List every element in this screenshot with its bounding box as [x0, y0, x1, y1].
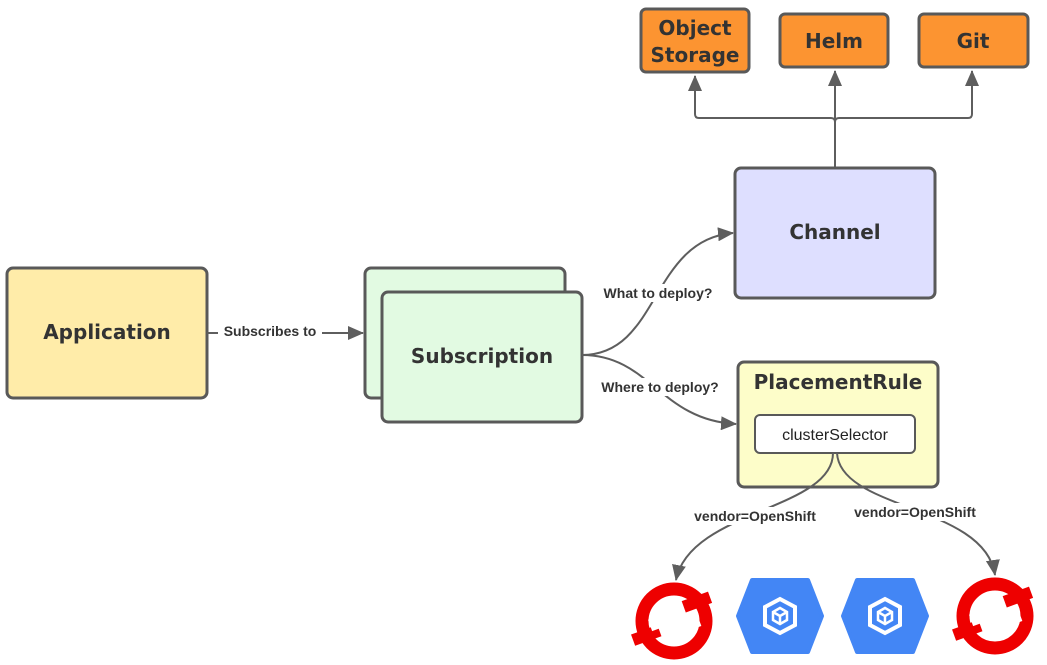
channel-label: Channel [789, 220, 880, 244]
vendor-left-label: vendor=OpenShift [694, 508, 816, 524]
cluster-selector-node[interactable]: clusterSelector [754, 414, 916, 454]
helm-node[interactable]: Helm [778, 12, 890, 69]
what-to-deploy-edge: What to deploy? [581, 227, 734, 356]
diagram: Object Storage Helm Git Channel Applicat… [5, 7, 1034, 660]
application-node[interactable]: Application [5, 266, 209, 400]
channel-source-connectors [688, 70, 979, 168]
gke-icon [841, 578, 929, 654]
subscription-node[interactable]: Subscription [363, 266, 584, 424]
placement-rule-node[interactable]: PlacementRule clusterSelector [736, 360, 940, 489]
object-storage-node[interactable]: Object Storage [639, 7, 751, 74]
object-storage-label-2: Storage [651, 43, 740, 67]
channel-node[interactable]: Channel [733, 166, 937, 300]
object-storage-label-1: Object [658, 16, 732, 40]
git-label: Git [957, 29, 990, 53]
gke-icon [736, 578, 824, 654]
helm-label: Helm [805, 29, 863, 53]
where-to-deploy-label: Where to deploy? [601, 379, 718, 395]
openshift-icon [952, 577, 1034, 655]
what-to-deploy-label: What to deploy? [604, 285, 713, 301]
git-node[interactable]: Git [917, 12, 1030, 69]
openshift-icon [631, 582, 713, 660]
application-label: Application [43, 320, 171, 344]
vendor-right-label: vendor=OpenShift [854, 504, 976, 520]
placement-rule-label: PlacementRule [754, 370, 923, 394]
subscribes-to-edge: Subscribes to [207, 322, 364, 340]
where-to-deploy-edge: Where to deploy? [581, 354, 737, 431]
subscription-label: Subscription [411, 344, 553, 368]
cluster-selector-label: clusterSelector [782, 427, 888, 444]
subscribes-to-label: Subscribes to [224, 323, 317, 339]
